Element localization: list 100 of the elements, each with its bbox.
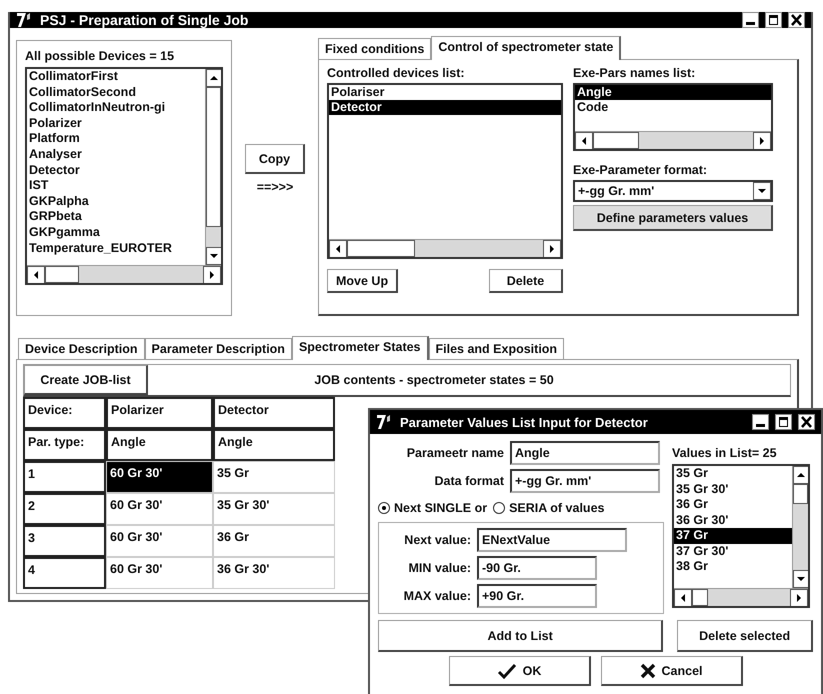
scrollbar-thumb[interactable] bbox=[347, 240, 415, 257]
scroll-left-button[interactable] bbox=[575, 132, 593, 149]
list-item[interactable]: CollimatorFirst bbox=[27, 69, 205, 85]
header-cell: Angle bbox=[213, 429, 335, 461]
add-to-list-button[interactable]: Add to List bbox=[378, 620, 664, 652]
list-item[interactable]: 38 Gr bbox=[674, 559, 792, 574]
list-item[interactable]: IST bbox=[27, 178, 205, 194]
list-item[interactable]: 37 Gr bbox=[674, 528, 792, 544]
close-icon[interactable] bbox=[798, 414, 815, 430]
radio-label[interactable]: Next SINGLE or bbox=[394, 501, 488, 515]
field-label: Parameetr name bbox=[406, 446, 504, 460]
list-item[interactable]: Polarizer bbox=[27, 116, 205, 132]
list-item[interactable]: 35 Gr bbox=[674, 466, 792, 482]
scrollbar-thumb[interactable] bbox=[206, 87, 221, 227]
scroll-left-button[interactable] bbox=[674, 589, 692, 606]
copy-button[interactable]: Copy bbox=[245, 144, 305, 174]
checkmark-icon bbox=[496, 662, 517, 678]
scroll-right-button[interactable] bbox=[753, 132, 771, 149]
header-cell: Polarizer bbox=[106, 397, 213, 429]
scroll-up-button[interactable] bbox=[793, 466, 808, 484]
list-item[interactable]: Code bbox=[575, 100, 771, 115]
controlled-devices-list[interactable]: Polariser Detector bbox=[327, 83, 563, 259]
delete-selected-button[interactable]: Delete selected bbox=[677, 620, 813, 652]
scroll-right-button[interactable] bbox=[790, 589, 808, 606]
input-field[interactable]: -90 Gr. bbox=[477, 556, 597, 580]
copy-arrow: ==>>> bbox=[256, 180, 294, 194]
list-item[interactable]: GKPalpha bbox=[27, 194, 205, 210]
field-label: MAX value: bbox=[402, 589, 471, 603]
list-item[interactable]: Temperature_EUROTER bbox=[27, 240, 205, 256]
table-cell: 36 Gr bbox=[213, 525, 335, 557]
list-item[interactable]: Platform bbox=[27, 131, 205, 147]
input-field[interactable]: ENextValue bbox=[477, 528, 627, 552]
cancel-button[interactable]: Cancel bbox=[600, 656, 742, 686]
input-field[interactable]: Angle bbox=[510, 441, 660, 465]
header-cell: Device: bbox=[23, 397, 106, 429]
table-cell: 36 Gr 30' bbox=[213, 557, 335, 589]
list-item[interactable]: Angle bbox=[575, 85, 771, 100]
scroll-right-button[interactable] bbox=[203, 266, 221, 283]
input-field[interactable]: +-gg Gr. mm' bbox=[510, 469, 660, 493]
list-item[interactable]: Detector bbox=[27, 162, 205, 178]
maximize-icon[interactable] bbox=[765, 12, 782, 28]
scroll-left-button[interactable] bbox=[329, 240, 347, 257]
list-item[interactable]: Polariser bbox=[329, 85, 561, 100]
scroll-down-button[interactable] bbox=[206, 247, 221, 265]
table-cell: 35 Gr bbox=[213, 461, 335, 493]
list-item[interactable]: 36 Gr 30' bbox=[674, 512, 792, 528]
list-item[interactable]: 36 Gr bbox=[674, 497, 792, 512]
format-dropdown[interactable]: +-gg Gr. mm' bbox=[573, 180, 773, 202]
horizontal-scrollbar[interactable] bbox=[329, 239, 561, 257]
scroll-down-button[interactable] bbox=[793, 570, 808, 588]
input-field[interactable]: +90 Gr. bbox=[477, 584, 597, 608]
tab[interactable]: Control of spectrometer state bbox=[431, 36, 622, 60]
create-job-list-button[interactable]: Create JOB-list bbox=[24, 365, 148, 395]
scrollbar-thumb[interactable] bbox=[793, 484, 808, 504]
delete-button[interactable]: Delete bbox=[489, 269, 563, 293]
tab[interactable]: Files and Exposition bbox=[428, 338, 564, 359]
close-icon[interactable] bbox=[788, 12, 805, 28]
scroll-left-button[interactable] bbox=[27, 266, 45, 283]
define-values-button[interactable]: Define parameters values bbox=[573, 205, 773, 231]
values-list[interactable]: 35 Gr 35 Gr 30' 36 Gr 36 Gr 30' 37 Gr 37 Gr 30' 38 Gr bbox=[672, 464, 810, 608]
field-label: Next value: bbox=[403, 533, 471, 547]
list-item[interactable]: Analyser bbox=[27, 146, 205, 163]
tab[interactable]: Fixed conditions bbox=[318, 38, 432, 59]
vertical-scrollbar[interactable] bbox=[792, 466, 808, 588]
scrollbar-thumb[interactable] bbox=[593, 132, 639, 149]
scroll-right-button[interactable] bbox=[543, 240, 561, 257]
exe-pars-list[interactable]: Angle Code bbox=[573, 83, 773, 151]
minimize-icon[interactable] bbox=[742, 12, 759, 28]
tab[interactable]: Parameter Description bbox=[144, 338, 292, 359]
horizontal-scrollbar[interactable] bbox=[27, 265, 221, 283]
scroll-up-button[interactable] bbox=[206, 69, 221, 87]
scrollbar-thumb[interactable] bbox=[45, 266, 79, 283]
devices-label: All possible Devices = 15 bbox=[25, 49, 176, 63]
list-item[interactable]: GRPbeta bbox=[27, 209, 205, 225]
vertical-scrollbar[interactable] bbox=[205, 69, 221, 265]
list-item[interactable]: CollimatorInNeutron-gi bbox=[27, 100, 205, 116]
maximize-icon[interactable] bbox=[775, 414, 792, 430]
x-icon bbox=[640, 662, 656, 678]
devices-list[interactable]: CollimatorFirst CollimatorSecond CollimatorInNeutron-gi Polarizer Platform Analyser Detector IST GKPalpha GRPbeta GKPgamma Temperature_EUROTER bbox=[25, 67, 223, 285]
tab[interactable]: Device Description bbox=[18, 338, 145, 359]
list-item[interactable]: 35 Gr 30' bbox=[674, 482, 792, 497]
values-count-label: Values in List= 25 bbox=[672, 446, 778, 460]
radio-button[interactable] bbox=[378, 502, 390, 514]
horizontal-scrollbar[interactable] bbox=[575, 131, 771, 149]
tab[interactable]: Spectrometer States bbox=[292, 336, 429, 360]
radio-label[interactable]: SERIA of values bbox=[509, 501, 604, 515]
table-cell: 60 Gr 30' bbox=[106, 557, 213, 589]
list-item[interactable]: Detector bbox=[329, 100, 561, 115]
table-cell: 35 Gr 30' bbox=[213, 493, 335, 525]
list-item[interactable]: GKPgamma bbox=[27, 224, 205, 241]
list-item[interactable]: CollimatorSecond bbox=[27, 84, 205, 100]
dropdown-button[interactable] bbox=[753, 182, 771, 200]
scrollbar-thumb[interactable] bbox=[692, 589, 708, 606]
horizontal-scrollbar[interactable] bbox=[674, 588, 808, 606]
move-up-button[interactable]: Move Up bbox=[327, 269, 398, 293]
minimize-icon[interactable] bbox=[752, 414, 769, 430]
ok-button[interactable]: OK bbox=[448, 656, 590, 686]
list-item[interactable]: 37 Gr 30' bbox=[674, 544, 792, 559]
window-title: PSJ - Preparation of Single Job bbox=[40, 12, 250, 28]
radio-button[interactable] bbox=[493, 502, 506, 514]
